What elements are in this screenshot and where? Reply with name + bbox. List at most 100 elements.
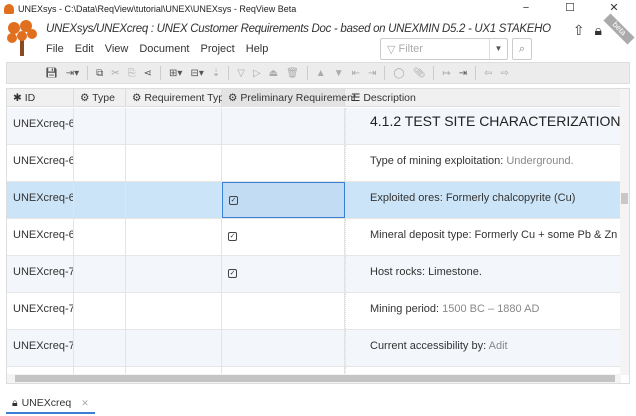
export-icon[interactable]: ⇥▾ [66, 68, 79, 79]
close-button[interactable]: ✕ [592, 0, 636, 16]
back-icon[interactable]: ⇦ [484, 68, 492, 79]
id-cell[interactable]: UNEXcreq-70 [7, 256, 74, 292]
column-header-description[interactable]: ☰ Description [345, 89, 621, 107]
type-cell[interactable] [74, 293, 126, 329]
column-header-id[interactable]: ✱ ID [7, 89, 74, 107]
lock-icon[interactable]: 🔒︎ [595, 22, 602, 39]
checkbox-checked-icon[interactable]: ✓ [229, 196, 238, 205]
requirement-type-cell[interactable] [126, 330, 222, 366]
menu-edit[interactable]: Edit [75, 43, 94, 55]
description-cell[interactable]: Type of mining exploitation: Underground… [345, 145, 621, 181]
table-row[interactable]: UNEXcreq-71 Mining period: 1500 BC – 188… [7, 293, 621, 330]
description-cell[interactable]: Current accessibility by: Adit [345, 330, 621, 366]
requirement-type-cell[interactable] [126, 145, 222, 181]
link-from-icon[interactable]: ↦ [442, 68, 450, 79]
app-icon [4, 4, 14, 14]
type-cell[interactable] [74, 256, 126, 292]
menu-bar: File Edit View Document Project Help [46, 43, 268, 55]
add-object-icon[interactable]: ⊞▾ [169, 68, 182, 79]
description-cell[interactable]: Host rocks: Limestone. [345, 256, 621, 292]
column-header-preliminary-requirement[interactable]: ⚙ Preliminary Requirement [222, 89, 356, 107]
description-cell[interactable]: Exploited ores: Formerly chalcopyrite (C… [345, 182, 621, 218]
requirements-table: ✱ ID ⚙ Type ⚙ Requirement Type ⚙ Prelimi… [6, 88, 630, 384]
paste-icon[interactable]: ⎘ [128, 68, 136, 79]
copy-icon[interactable]: ⧉ [96, 68, 103, 79]
search-button[interactable]: ⌕ [512, 38, 532, 60]
preliminary-requirement-cell[interactable] [222, 108, 345, 144]
filter-input[interactable]: ▽ Filter ▼ [380, 38, 508, 60]
save-icon[interactable]: 💾︎ [45, 68, 58, 79]
forward-icon[interactable]: ⇨ [500, 68, 508, 79]
type-cell[interactable] [74, 108, 126, 144]
menu-view[interactable]: View [105, 43, 129, 55]
description-cell[interactable]: Mineral deposit type: Formerly Cu + some… [345, 219, 621, 255]
table-row[interactable]: UNEXcreq-69 ✓ Mineral deposit type: Forme… [7, 219, 621, 256]
remove-object-icon[interactable]: ⊟▾ [190, 68, 203, 79]
indent-icon[interactable]: ⇥ [368, 68, 376, 79]
table-row[interactable]: UNEXcreq-72 Current accessibility by: Ad… [7, 330, 621, 367]
vertical-scrollbar[interactable] [620, 89, 629, 375]
requirement-type-cell[interactable] [126, 293, 222, 329]
requirement-type-cell[interactable] [126, 219, 222, 255]
delete-icon[interactable]: 🗑︎ [286, 68, 299, 79]
filter-dropdown-button[interactable]: ▼ [489, 39, 507, 59]
tab-unexcreq[interactable]: 🔒︎ UNEXcreq ✕ [6, 394, 95, 414]
preliminary-requirement-cell[interactable] [222, 145, 345, 181]
table-row[interactable]: UNEXcreq-68 ✓ Exploited ores: Formerly ch… [7, 182, 621, 219]
description-cell[interactable]: 4.1.2 TEST SITE CHARACTERIZATION ⊟ [345, 108, 621, 144]
menu-help[interactable]: Help [246, 43, 269, 55]
eject-icon[interactable]: ⏏ [269, 68, 278, 79]
table-header: ✱ ID ⚙ Type ⚙ Requirement Type ⚙ Prelimi… [7, 89, 621, 107]
id-cell[interactable]: UNEXcreq-71 [7, 293, 74, 329]
preliminary-requirement-cell[interactable]: ✓ [222, 182, 345, 218]
type-cell[interactable] [74, 145, 126, 181]
maximize-button[interactable]: ☐ [548, 0, 592, 16]
document-title: UNEXsys/UNEXcreq : UNEX Customer Require… [46, 23, 551, 35]
document-tabs: 🔒︎ UNEXcreq ✕ [6, 394, 95, 414]
table-row[interactable]: UNEXcreq-67 Type of mining exploitation:… [7, 145, 621, 182]
move-up-icon[interactable]: ▲ [316, 68, 326, 79]
type-cell[interactable] [74, 330, 126, 366]
menu-document[interactable]: Document [139, 43, 189, 55]
requirement-type-cell[interactable] [126, 256, 222, 292]
id-cell[interactable]: UNEXcreq-67 [7, 145, 74, 181]
horizontal-scrollbar[interactable] [7, 374, 621, 383]
sort-icon[interactable]: ⇣ [212, 68, 220, 79]
id-cell[interactable]: UNEXcreq-72 [7, 330, 74, 366]
move-down-icon[interactable]: ▼ [334, 68, 344, 79]
preliminary-requirement-cell[interactable] [222, 330, 345, 366]
table-row[interactable]: UNEXcreq-70 ✓ Host rocks: Limestone. [7, 256, 621, 293]
menu-file[interactable]: File [46, 43, 64, 55]
type-cell[interactable] [74, 219, 126, 255]
share-icon[interactable]: ⋖ [144, 68, 152, 79]
menu-project[interactable]: Project [201, 43, 235, 55]
preliminary-requirement-cell[interactable] [222, 293, 345, 329]
comment-icon[interactable]: ◯ [393, 68, 404, 79]
filter-down-icon[interactable]: ▽ [237, 68, 245, 79]
reqview-logo [7, 20, 37, 56]
minimize-button[interactable]: − [504, 0, 548, 16]
attachment-icon[interactable]: 📎︎ [413, 68, 426, 79]
close-tab-icon[interactable]: ✕ [81, 398, 89, 409]
table-row[interactable]: UNEXcreq-66 4.1.2 TEST SITE CHARACTERIZA… [7, 108, 621, 145]
requirement-type-cell[interactable] [126, 182, 222, 218]
column-header-type[interactable]: ⚙ Type [74, 89, 126, 107]
toolbar: 💾︎ ⇥▾ ⧉ ✂ ⎘ ⋖ ⊞▾ ⊟▾ ⇣ ▽ ▷ ⏏ 🗑︎ ▲ ▼ ⇤ ⇥ ◯… [6, 62, 630, 84]
id-cell[interactable]: UNEXcreq-66 [7, 108, 74, 144]
checkbox-checked-icon[interactable]: ✓ [228, 232, 237, 241]
play-icon[interactable]: ▷ [253, 68, 261, 79]
id-cell[interactable]: UNEXcreq-69 [7, 219, 74, 255]
upload-icon[interactable]: ⇧ [573, 22, 585, 39]
window-title: UNEXsys - C:\Data\ReqView\tutorial\UNEX\… [18, 4, 297, 14]
link-to-icon[interactable]: ⇥ [459, 68, 467, 79]
type-cell[interactable] [74, 182, 126, 218]
preliminary-requirement-cell[interactable]: ✓ [222, 219, 345, 255]
id-cell[interactable]: UNEXcreq-68 [7, 182, 74, 218]
requirement-type-cell[interactable] [126, 108, 222, 144]
description-cell[interactable]: Mining period: 1500 BC – 1880 AD [345, 293, 621, 329]
column-header-requirement-type[interactable]: ⚙ Requirement Type [126, 89, 230, 107]
checkbox-checked-icon[interactable]: ✓ [228, 269, 237, 278]
preliminary-requirement-cell[interactable]: ✓ [222, 256, 345, 292]
outdent-icon[interactable]: ⇤ [352, 68, 360, 79]
cut-icon[interactable]: ✂ [111, 68, 119, 79]
